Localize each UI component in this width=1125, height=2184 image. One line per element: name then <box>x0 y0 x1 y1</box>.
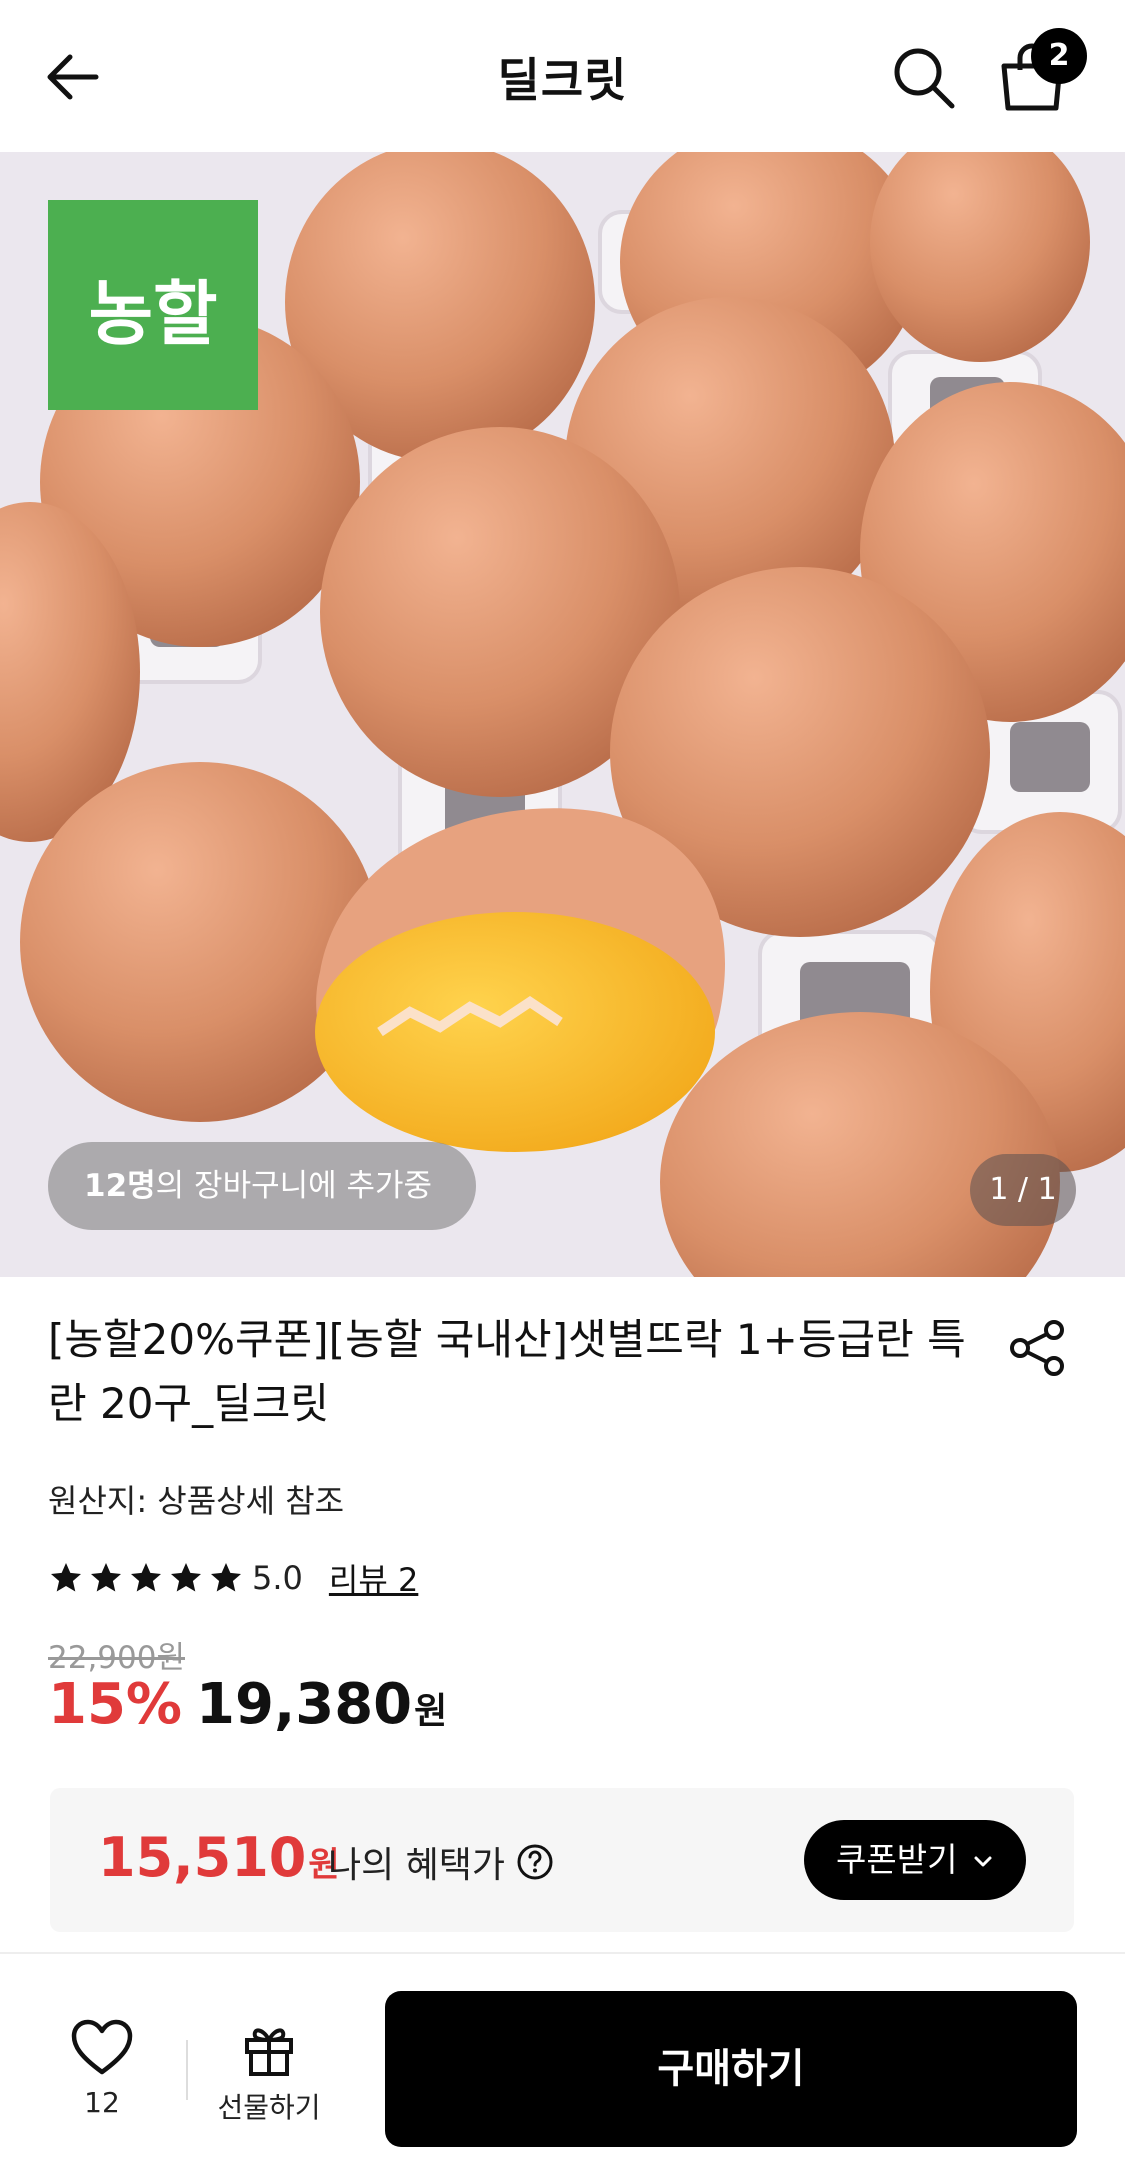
star-icon <box>131 1563 161 1592</box>
chevron-down-icon <box>974 1856 992 1866</box>
cart-activity-text: 의 장바구니에 추가중 <box>155 1168 433 1204</box>
price-row: 15% 19,380 원 <box>48 1672 447 1748</box>
product-image[interactable]: 농할 12명의 장바구니에 추가중 1 / 1 <box>0 152 1125 1277</box>
benefit-price-value: 15,510 <box>98 1826 307 1889</box>
rating-score: 5.0 <box>252 1559 303 1597</box>
bottom-bar-divider <box>0 1952 1125 1954</box>
brand-logo: 농할 <box>48 200 258 410</box>
rating-row: 5.0 리뷰 2 <box>48 1556 418 1600</box>
original-price: 22,900원 <box>48 1640 185 1676</box>
brand-logo-text: 농할 <box>88 273 218 355</box>
help-icon[interactable] <box>515 1842 555 1882</box>
product-detail-page: 딜크릿 2 농할 12명의 장바구니에 추가중 1 / 1 [농할20%쿠폰][… <box>0 0 1125 2184</box>
cart-activity-count: 12명 <box>84 1168 156 1204</box>
benefit-label: 나의 혜택가 <box>328 1836 555 1888</box>
origin-info: 원산지: 상품상세 참조 <box>48 1482 345 1520</box>
top-app-bar: 딜크릿 2 <box>0 0 1125 152</box>
wishlist-count: 12 <box>84 2086 120 2119</box>
price-unit: 원 <box>414 1691 448 1732</box>
coupon-button-label: 쿠폰받기 <box>836 1840 958 1879</box>
gift-label: 선물하기 <box>217 2091 321 2124</box>
search-icon[interactable] <box>888 42 958 112</box>
coupon-button[interactable]: 쿠폰받기 <box>804 1820 1026 1900</box>
gift-button[interactable]: 선물하기 <box>214 2020 324 2126</box>
wishlist-button[interactable]: 12 <box>62 2018 142 2119</box>
cart-activity-pill: 12명의 장바구니에 추가중 <box>48 1142 477 1230</box>
rating-stars <box>48 1560 244 1596</box>
benefit-label-text: 나의 혜택가 <box>328 1845 506 1886</box>
cart-count-badge: 2 <box>1031 28 1087 84</box>
share-icon[interactable] <box>1008 1318 1068 1378</box>
star-icon <box>51 1563 81 1592</box>
sale-price: 19,380 <box>196 1672 413 1737</box>
review-link[interactable]: 리뷰 2 <box>329 1555 418 1601</box>
benefit-price: 15,510원 <box>98 1826 340 1889</box>
star-icon <box>91 1563 121 1592</box>
image-page-indicator: 1 / 1 <box>970 1154 1076 1226</box>
gift-icon <box>245 2028 293 2076</box>
heart-icon <box>71 2019 133 2075</box>
bottom-bar-separator <box>186 2040 188 2100</box>
benefit-price-box: 15,510원 나의 혜택가 쿠폰받기 <box>50 1788 1074 1932</box>
product-title: [농할20%쿠폰][농할 국내산]샛별뜨락 1+등급란 특란 20구_딜크릿 <box>48 1315 966 1428</box>
star-icon <box>211 1563 241 1592</box>
discount-rate: 15% <box>48 1672 183 1737</box>
star-icon <box>171 1563 201 1592</box>
buy-button[interactable]: 구매하기 <box>385 1991 1077 2147</box>
